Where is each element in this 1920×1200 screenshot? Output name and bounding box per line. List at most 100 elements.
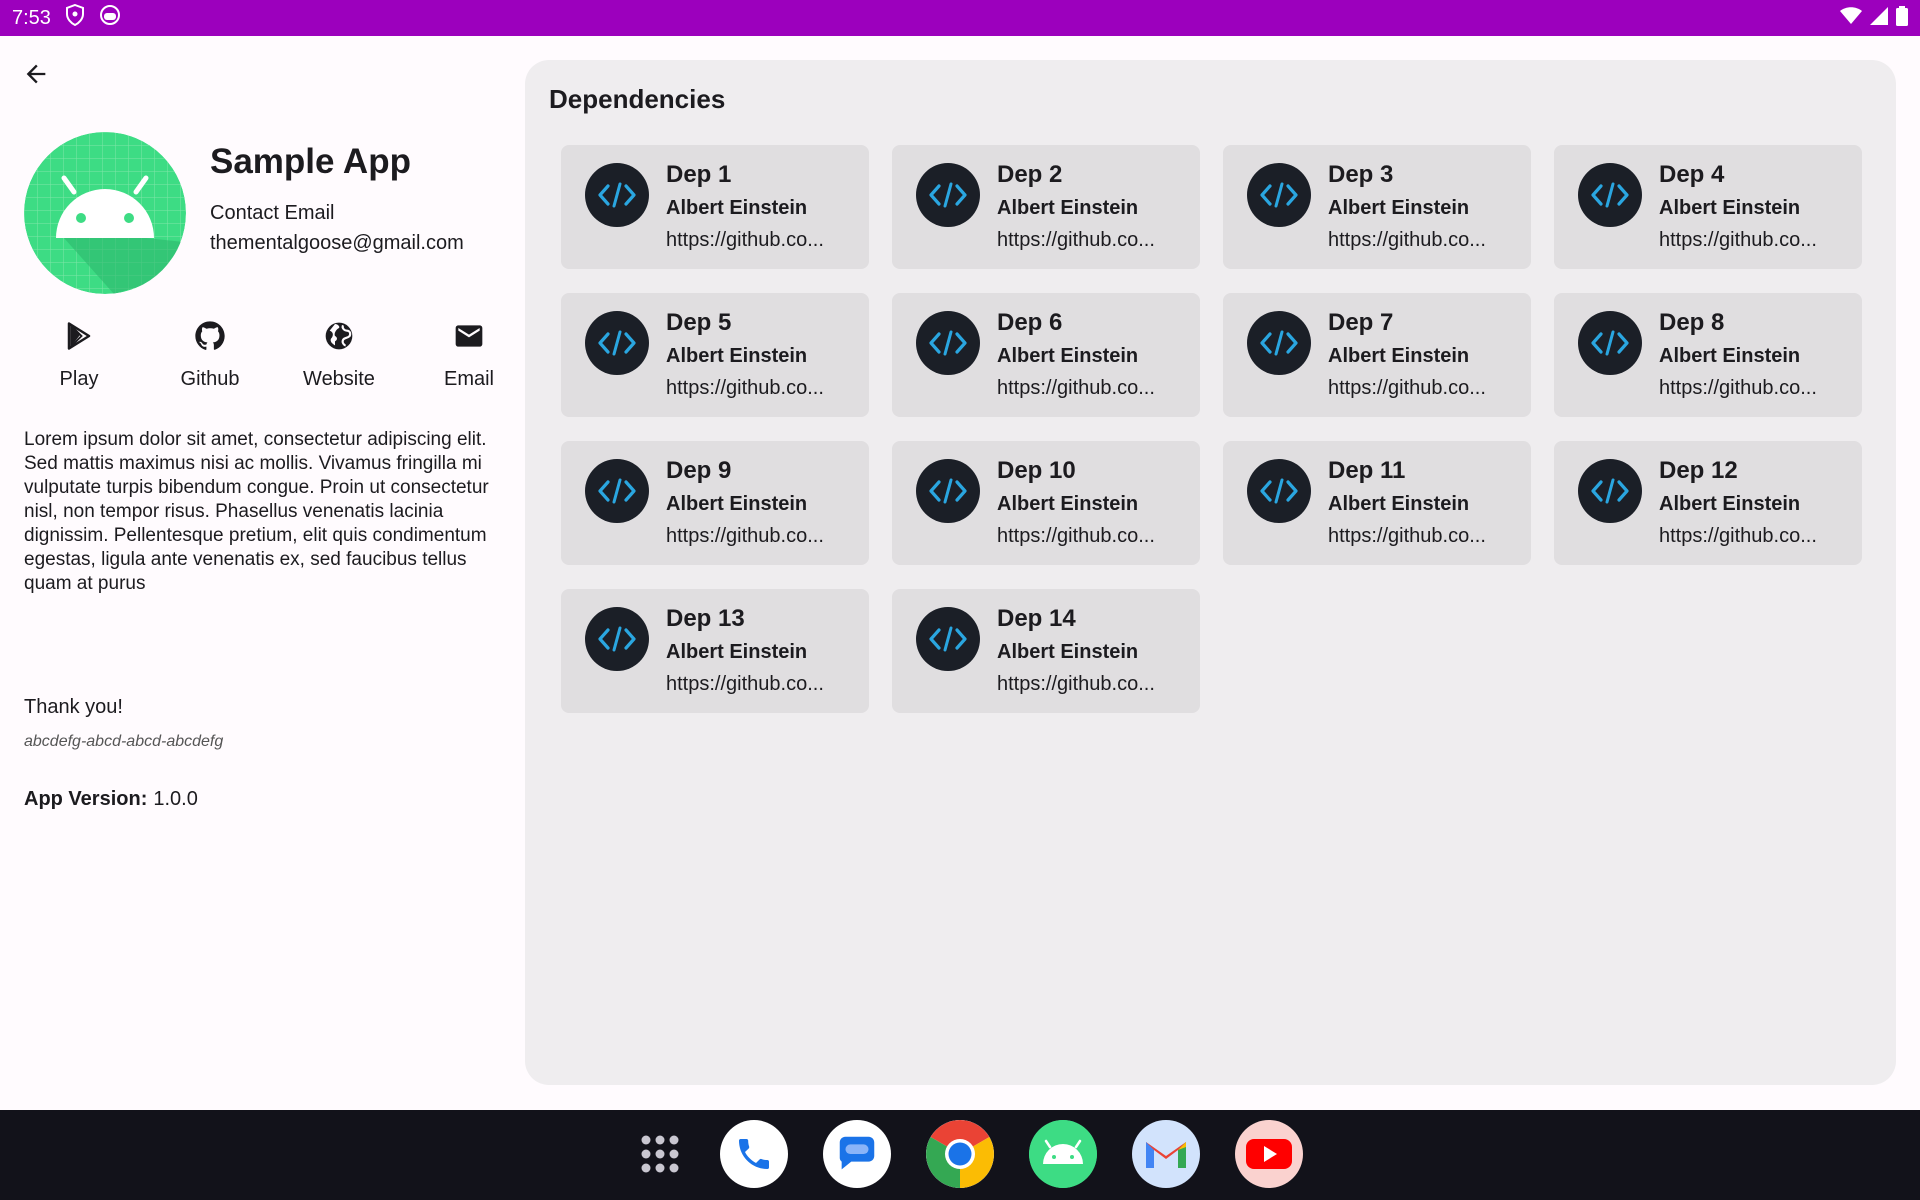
play-link-label: Play <box>59 368 99 390</box>
code-icon <box>1578 311 1642 375</box>
dependency-name: Dep 4 <box>1659 161 1725 188</box>
dependency-name: Dep 2 <box>997 161 1063 188</box>
dependency-url: https://github.co... <box>666 673 824 695</box>
contact-email-label: Contact Email <box>210 202 335 224</box>
contact-email-link[interactable]: thementalgoose@gmail.com <box>210 232 464 255</box>
dependency-card[interactable]: Dep 11 Albert Einstein https://github.co..… <box>1223 441 1531 565</box>
dependency-name: Dep 9 <box>666 457 732 484</box>
dependency-author: Albert Einstein <box>997 197 1139 219</box>
dependency-card[interactable]: Dep 1 Albert Einstein https://github.co... <box>561 145 869 269</box>
back-button[interactable] <box>16 56 56 96</box>
dependency-name: Dep 7 <box>1328 309 1394 336</box>
gmail-icon[interactable] <box>1132 1120 1200 1188</box>
app-icon <box>24 132 186 294</box>
play-link-button[interactable]: Play <box>24 314 134 400</box>
email-icon <box>451 318 487 354</box>
github-link-label: Github <box>180 368 240 390</box>
globe-icon <box>321 318 357 354</box>
website-link-button[interactable]: Website <box>284 314 394 400</box>
play-store-icon <box>61 318 97 354</box>
github-icon <box>192 318 228 354</box>
chrome-icon[interactable] <box>926 1120 994 1188</box>
status-time: 7:53 <box>12 6 51 29</box>
code-icon <box>585 163 649 227</box>
dependency-name: Dep 6 <box>997 309 1063 336</box>
link-row: Play Github Website Email <box>24 314 504 414</box>
status-bar: 7:53 <box>0 0 1920 36</box>
battery-icon <box>1896 5 1908 31</box>
app-version-label: App Version: <box>24 788 148 810</box>
website-link-label: Website <box>303 368 375 390</box>
dependency-author: Albert Einstein <box>666 345 808 367</box>
taskbar <box>0 1110 1920 1200</box>
app-info-pane: Sample App Contact Email thementalgoose@… <box>0 36 520 1110</box>
dependency-author: Albert Einstein <box>1659 197 1801 219</box>
dependency-card[interactable]: Dep 12 Albert Einstein https://github.co..… <box>1554 441 1862 565</box>
code-icon <box>1247 311 1311 375</box>
dependency-author: Albert Einstein <box>1328 197 1470 219</box>
dependency-url: https://github.co... <box>997 673 1155 695</box>
dependency-name: Dep 14 <box>997 605 1076 632</box>
dependency-author: Albert Einstein <box>666 197 808 219</box>
email-link-button[interactable]: Email <box>414 314 524 400</box>
dependency-url: https://github.co... <box>1328 525 1486 547</box>
dependency-card[interactable]: Dep 13 Albert Einstein https://github.co..… <box>561 589 869 713</box>
dependency-name: Dep 13 <box>666 605 745 632</box>
code-icon <box>585 459 649 523</box>
dependency-url: https://github.co... <box>1659 229 1817 251</box>
dependency-url: https://github.co... <box>666 525 824 547</box>
messages-icon[interactable] <box>823 1120 891 1188</box>
dependency-card[interactable]: Dep 14 Albert Einstein https://github.co..… <box>892 589 1200 713</box>
app-description: Lorem ipsum dolor sit amet, consectetur … <box>24 429 489 594</box>
dependency-card[interactable]: Dep 8 Albert Einstein https://github.co... <box>1554 293 1862 417</box>
dependency-card[interactable]: Dep 2 Albert Einstein https://github.co... <box>892 145 1200 269</box>
dependency-url: https://github.co... <box>997 525 1155 547</box>
dependency-author: Albert Einstein <box>1328 345 1470 367</box>
dependency-card[interactable]: Dep 6 Albert Einstein https://github.co... <box>892 293 1200 417</box>
dependency-name: Dep 5 <box>666 309 732 336</box>
thanks-text: Thank you! <box>24 696 123 718</box>
dependencies-title: Dependencies <box>549 84 726 114</box>
shield-icon <box>65 3 85 32</box>
dependency-author: Albert Einstein <box>997 345 1139 367</box>
dependency-url: https://github.co... <box>997 377 1155 399</box>
code-icon <box>1578 459 1642 523</box>
dependencies-panel: Dependencies Dep 1 Albert Einstein https:/… <box>525 60 1896 1085</box>
phone-icon[interactable] <box>720 1120 788 1188</box>
dependency-url: https://github.co... <box>666 377 824 399</box>
dependency-name: Dep 3 <box>1328 161 1394 188</box>
code-icon <box>1247 163 1311 227</box>
app-version: App Version: 1.0.0 <box>24 788 198 811</box>
dependency-author: Albert Einstein <box>1659 345 1801 367</box>
install-id: abcdefg-abcd-abcd-abcdefg <box>24 733 224 750</box>
signal-icon <box>1870 6 1888 30</box>
code-icon <box>916 607 980 671</box>
dependency-author: Albert Einstein <box>1659 493 1801 515</box>
code-icon <box>585 311 649 375</box>
dependency-card[interactable]: Dep 3 Albert Einstein https://github.co... <box>1223 145 1531 269</box>
arrow-back-icon <box>22 60 50 93</box>
dependency-card[interactable]: Dep 7 Albert Einstein https://github.co... <box>1223 293 1531 417</box>
code-icon <box>1247 459 1311 523</box>
dependency-card[interactable]: Dep 9 Albert Einstein https://github.co... <box>561 441 869 565</box>
dependency-name: Dep 1 <box>666 161 732 188</box>
dependency-card[interactable]: Dep 4 Albert Einstein https://github.co... <box>1554 145 1862 269</box>
dependency-author: Albert Einstein <box>1328 493 1470 515</box>
code-icon <box>916 163 980 227</box>
app-grid-icon[interactable] <box>638 1132 682 1176</box>
github-link-button[interactable]: Github <box>155 314 265 400</box>
dependency-card[interactable]: Dep 5 Albert Einstein https://github.co... <box>561 293 869 417</box>
dependency-url: https://github.co... <box>666 229 824 251</box>
email-link-label: Email <box>443 368 494 390</box>
dependency-card[interactable]: Dep 10 Albert Einstein https://github.co..… <box>892 441 1200 565</box>
android-app-icon[interactable] <box>1029 1120 1097 1188</box>
face-icon <box>99 4 121 32</box>
dependency-url: https://github.co... <box>1659 525 1817 547</box>
dependency-name: Dep 11 <box>1328 457 1406 484</box>
youtube-icon[interactable] <box>1235 1120 1303 1188</box>
dependency-author: Albert Einstein <box>666 641 808 663</box>
code-icon <box>916 459 980 523</box>
dependency-url: https://github.co... <box>997 229 1155 251</box>
dependency-author: Albert Einstein <box>997 641 1139 663</box>
dependency-url: https://github.co... <box>1328 229 1486 251</box>
